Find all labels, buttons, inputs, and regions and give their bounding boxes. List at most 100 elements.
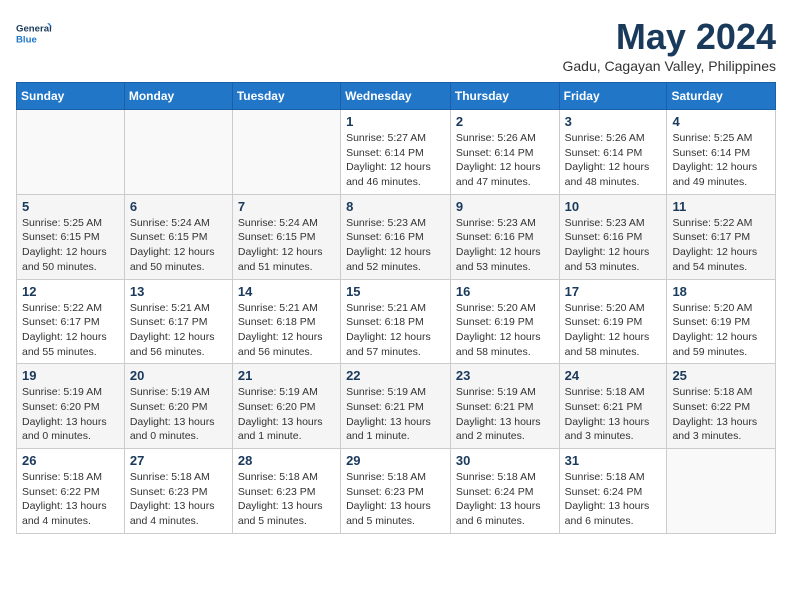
calendar-cell: 27 Sunrise: 5:18 AM Sunset: 6:23 PM Dayli… xyxy=(124,449,232,534)
cell-content: Sunrise: 5:18 AM Sunset: 6:22 PM Dayligh… xyxy=(672,385,770,444)
header-sunday: Sunday xyxy=(17,83,125,110)
cell-content: Sunrise: 5:18 AM Sunset: 6:23 PM Dayligh… xyxy=(130,470,227,529)
day-number: 13 xyxy=(130,284,227,299)
calendar-week-4: 19 Sunrise: 5:19 AM Sunset: 6:20 PM Dayli… xyxy=(17,364,776,449)
cell-content: Sunrise: 5:18 AM Sunset: 6:24 PM Dayligh… xyxy=(456,470,554,529)
page-header: General Blue May 2024 Gadu, Cagayan Vall… xyxy=(16,16,776,74)
cell-content: Sunrise: 5:20 AM Sunset: 6:19 PM Dayligh… xyxy=(456,301,554,360)
day-number: 7 xyxy=(238,199,335,214)
calendar-cell: 6Sunrise: 5:24 AM Sunset: 6:15 PM Daylig… xyxy=(124,194,232,279)
calendar-cell: 15Sunrise: 5:21 AM Sunset: 6:18 PM Dayli… xyxy=(341,279,451,364)
calendar-cell: 11Sunrise: 5:22 AM Sunset: 6:17 PM Dayli… xyxy=(667,194,776,279)
cell-content: Sunrise: 5:21 AM Sunset: 6:18 PM Dayligh… xyxy=(346,301,445,360)
day-number: 9 xyxy=(456,199,554,214)
day-number: 20 xyxy=(130,368,227,383)
day-number: 10 xyxy=(565,199,662,214)
calendar-cell xyxy=(232,110,340,195)
day-number: 17 xyxy=(565,284,662,299)
cell-content: Sunrise: 5:18 AM Sunset: 6:23 PM Dayligh… xyxy=(238,470,335,529)
header-wednesday: Wednesday xyxy=(341,83,451,110)
day-number: 5 xyxy=(22,199,119,214)
day-number: 1 xyxy=(346,114,445,129)
calendar-week-5: 26 Sunrise: 5:18 AM Sunset: 6:22 PM Dayli… xyxy=(17,449,776,534)
cell-content: Sunrise: 5:21 AM Sunset: 6:18 PM Dayligh… xyxy=(238,301,335,360)
calendar-cell: 31 Sunrise: 5:18 AM Sunset: 6:24 PM Dayli… xyxy=(559,449,667,534)
cell-content: Sunrise: 5:27 AM Sunset: 6:14 PM Dayligh… xyxy=(346,131,445,190)
calendar-header-row: SundayMondayTuesdayWednesdayThursdayFrid… xyxy=(17,83,776,110)
day-number: 16 xyxy=(456,284,554,299)
day-number: 24 xyxy=(565,368,662,383)
cell-content: Sunrise: 5:22 AM Sunset: 6:17 PM Dayligh… xyxy=(672,216,770,275)
cell-content: Sunrise: 5:22 AM Sunset: 6:17 PM Dayligh… xyxy=(22,301,119,360)
calendar-cell: 1 Sunrise: 5:27 AM Sunset: 6:14 PM Daylig… xyxy=(341,110,451,195)
day-number: 8 xyxy=(346,199,445,214)
cell-content: Sunrise: 5:19 AM Sunset: 6:20 PM Dayligh… xyxy=(238,385,335,444)
day-number: 21 xyxy=(238,368,335,383)
calendar-cell xyxy=(17,110,125,195)
calendar-cell: 28 Sunrise: 5:18 AM Sunset: 6:23 PM Dayli… xyxy=(232,449,340,534)
calendar-cell: 2Sunrise: 5:26 AM Sunset: 6:14 PM Daylig… xyxy=(450,110,559,195)
calendar-cell: 25 Sunrise: 5:18 AM Sunset: 6:22 PM Dayli… xyxy=(667,364,776,449)
day-number: 27 xyxy=(130,453,227,468)
calendar-cell xyxy=(667,449,776,534)
cell-content: Sunrise: 5:19 AM Sunset: 6:20 PM Dayligh… xyxy=(22,385,119,444)
calendar-cell: 26 Sunrise: 5:18 AM Sunset: 6:22 PM Dayli… xyxy=(17,449,125,534)
calendar-cell: 29Sunrise: 5:18 AM Sunset: 6:23 PM Dayli… xyxy=(341,449,451,534)
cell-content: Sunrise: 5:20 AM Sunset: 6:19 PM Dayligh… xyxy=(672,301,770,360)
cell-content: Sunrise: 5:18 AM Sunset: 6:21 PM Dayligh… xyxy=(565,385,662,444)
header-monday: Monday xyxy=(124,83,232,110)
cell-content: Sunrise: 5:25 AM Sunset: 6:15 PM Dayligh… xyxy=(22,216,119,275)
calendar-cell: 4Sunrise: 5:25 AM Sunset: 6:14 PM Daylig… xyxy=(667,110,776,195)
svg-text:General: General xyxy=(16,24,52,35)
day-number: 2 xyxy=(456,114,554,129)
calendar-cell: 9 Sunrise: 5:23 AM Sunset: 6:16 PM Daylig… xyxy=(450,194,559,279)
day-number: 23 xyxy=(456,368,554,383)
calendar-week-2: 5 Sunrise: 5:25 AM Sunset: 6:15 PM Daylig… xyxy=(17,194,776,279)
day-number: 26 xyxy=(22,453,119,468)
calendar-cell: 13 Sunrise: 5:21 AM Sunset: 6:17 PM Dayli… xyxy=(124,279,232,364)
month-title: May 2024 xyxy=(563,16,777,58)
day-number: 31 xyxy=(565,453,662,468)
calendar-cell: 19 Sunrise: 5:19 AM Sunset: 6:20 PM Dayli… xyxy=(17,364,125,449)
calendar-cell: 8Sunrise: 5:23 AM Sunset: 6:16 PM Daylig… xyxy=(341,194,451,279)
calendar-cell: 17 Sunrise: 5:20 AM Sunset: 6:19 PM Dayli… xyxy=(559,279,667,364)
cell-content: Sunrise: 5:24 AM Sunset: 6:15 PM Dayligh… xyxy=(130,216,227,275)
cell-content: Sunrise: 5:18 AM Sunset: 6:23 PM Dayligh… xyxy=(346,470,445,529)
calendar-cell: 22 Sunrise: 5:19 AM Sunset: 6:21 PM Dayli… xyxy=(341,364,451,449)
day-number: 28 xyxy=(238,453,335,468)
location-subtitle: Gadu, Cagayan Valley, Philippines xyxy=(563,58,777,74)
cell-content: Sunrise: 5:20 AM Sunset: 6:19 PM Dayligh… xyxy=(565,301,662,360)
cell-content: Sunrise: 5:19 AM Sunset: 6:21 PM Dayligh… xyxy=(346,385,445,444)
calendar-cell: 7Sunrise: 5:24 AM Sunset: 6:15 PM Daylig… xyxy=(232,194,340,279)
day-number: 30 xyxy=(456,453,554,468)
calendar-table: SundayMondayTuesdayWednesdayThursdayFrid… xyxy=(16,82,776,534)
cell-content: Sunrise: 5:23 AM Sunset: 6:16 PM Dayligh… xyxy=(456,216,554,275)
day-number: 3 xyxy=(565,114,662,129)
calendar-cell: 20 Sunrise: 5:19 AM Sunset: 6:20 PM Dayli… xyxy=(124,364,232,449)
cell-content: Sunrise: 5:19 AM Sunset: 6:20 PM Dayligh… xyxy=(130,385,227,444)
day-number: 22 xyxy=(346,368,445,383)
cell-content: Sunrise: 5:18 AM Sunset: 6:24 PM Dayligh… xyxy=(565,470,662,529)
cell-content: Sunrise: 5:21 AM Sunset: 6:17 PM Dayligh… xyxy=(130,301,227,360)
cell-content: Sunrise: 5:23 AM Sunset: 6:16 PM Dayligh… xyxy=(565,216,662,275)
calendar-cell: 14 Sunrise: 5:21 AM Sunset: 6:18 PM Dayli… xyxy=(232,279,340,364)
day-number: 12 xyxy=(22,284,119,299)
calendar-cell: 21 Sunrise: 5:19 AM Sunset: 6:20 PM Dayli… xyxy=(232,364,340,449)
header-saturday: Saturday xyxy=(667,83,776,110)
calendar-cell: 16 Sunrise: 5:20 AM Sunset: 6:19 PM Dayli… xyxy=(450,279,559,364)
title-block: May 2024 Gadu, Cagayan Valley, Philippin… xyxy=(563,16,777,74)
cell-content: Sunrise: 5:26 AM Sunset: 6:14 PM Dayligh… xyxy=(565,131,662,190)
cell-content: Sunrise: 5:18 AM Sunset: 6:22 PM Dayligh… xyxy=(22,470,119,529)
day-number: 25 xyxy=(672,368,770,383)
calendar-cell: 24 Sunrise: 5:18 AM Sunset: 6:21 PM Dayli… xyxy=(559,364,667,449)
calendar-cell: 5 Sunrise: 5:25 AM Sunset: 6:15 PM Daylig… xyxy=(17,194,125,279)
header-thursday: Thursday xyxy=(450,83,559,110)
calendar-cell: 18Sunrise: 5:20 AM Sunset: 6:19 PM Dayli… xyxy=(667,279,776,364)
day-number: 19 xyxy=(22,368,119,383)
cell-content: Sunrise: 5:25 AM Sunset: 6:14 PM Dayligh… xyxy=(672,131,770,190)
day-number: 14 xyxy=(238,284,335,299)
calendar-cell: 30 Sunrise: 5:18 AM Sunset: 6:24 PM Dayli… xyxy=(450,449,559,534)
calendar-cell xyxy=(124,110,232,195)
calendar-week-1: 1 Sunrise: 5:27 AM Sunset: 6:14 PM Daylig… xyxy=(17,110,776,195)
calendar-cell: 10 Sunrise: 5:23 AM Sunset: 6:16 PM Dayli… xyxy=(559,194,667,279)
